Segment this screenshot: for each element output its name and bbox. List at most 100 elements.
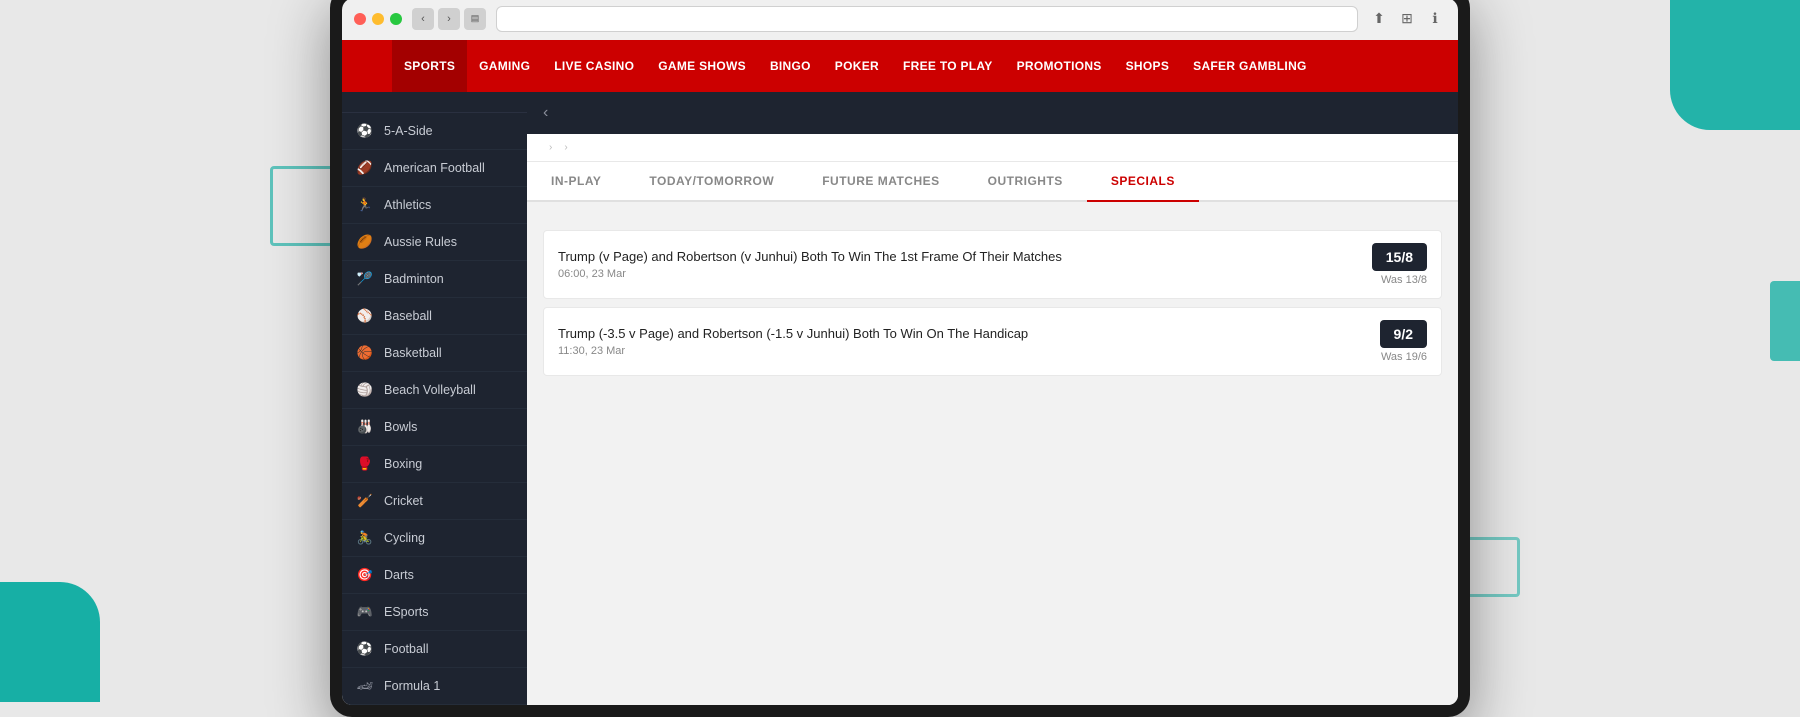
darts-label: Darts — [384, 568, 414, 582]
add-bookmark-icon[interactable]: ⊞ — [1396, 8, 1418, 30]
basketball-label: Basketball — [384, 346, 442, 360]
share-icon[interactable]: ⬆ — [1368, 8, 1390, 30]
boxing-label: Boxing — [384, 457, 422, 471]
5-a-side-icon: ⚽ — [356, 122, 374, 140]
sidebar-item-badminton[interactable]: 🏸 Badminton — [342, 261, 527, 298]
sidebar-item-cricket[interactable]: 🏏 Cricket — [342, 483, 527, 520]
cycling-label: Cycling — [384, 531, 425, 545]
tabs-bar: IN-PLAYTODAY/TOMORROWFUTURE MATCHESOUTRI… — [527, 162, 1458, 202]
sidebar-item-formula-1[interactable]: 🏎 Formula 1 — [342, 668, 527, 705]
nav-item-shops[interactable]: SHOPS — [1114, 40, 1182, 92]
bets-section: Trump (v Page) and Robertson (v Junhui) … — [527, 202, 1458, 394]
content-area: ‹ › › IN-PLAYTODAY/TOMORROWFUTURE — [527, 92, 1458, 705]
tab-today-tomorrow[interactable]: TODAY/TOMORROW — [625, 162, 798, 202]
boxing-icon: 🥊 — [356, 455, 374, 473]
bowls-icon: 🎳 — [356, 418, 374, 436]
nav-item-game-shows[interactable]: GAME SHOWS — [646, 40, 758, 92]
darts-icon: 🎯 — [356, 566, 374, 584]
esports-label: ESports — [384, 605, 428, 619]
main-area: ⚽ 5-A-Side 🏈 American Football 🏃Athletics 🏉 Au… — [342, 92, 1458, 705]
bet-odds-group-2: 9/2 Was 19/6 — [1380, 320, 1427, 363]
american-football-label: American Football — [384, 161, 485, 175]
bet-row-2: Trump (-3.5 v Page) and Robertson (-1.5 … — [543, 307, 1442, 376]
sidebar-items-list: ⚽ 5-A-Side 🏈 American Football 🏃Athletics 🏉 Au… — [342, 113, 527, 705]
breadcrumb-sep-2: › — [564, 142, 567, 153]
aussie-rules-label: Aussie Rules — [384, 235, 457, 249]
browser-content: SPORTSGAMINGLIVE CASINOGAME SHOWSBINGOPO… — [342, 40, 1458, 705]
sidebar-item-baseball[interactable]: ⚾ Baseball — [342, 298, 527, 335]
bet-rows: Trump (v Page) and Robertson (v Junhui) … — [543, 230, 1442, 376]
5-a-side-label: 5-A-Side — [384, 124, 433, 138]
bet-time-2: 11:30, 23 Mar — [558, 345, 1380, 357]
sidebar-item-aussie-rules[interactable]: 🏉 Aussie Rules — [342, 224, 527, 261]
address-bar[interactable] — [496, 6, 1358, 32]
formula-1-label: Formula 1 — [384, 679, 440, 693]
nav-item-promotions[interactable]: PROMOTIONS — [1005, 40, 1114, 92]
formula-1-icon: 🏎 — [356, 677, 374, 695]
cycling-icon: 🚴 — [356, 529, 374, 547]
nav-item-bingo[interactable]: BINGO — [758, 40, 823, 92]
bet-odds-group-1: 15/8 Was 13/8 — [1372, 243, 1427, 286]
sidebar-item-basketball[interactable]: 🏀Basketball — [342, 335, 527, 372]
bet-was-1: Was 13/8 — [1372, 274, 1427, 286]
browser-back[interactable]: ‹ — [412, 8, 434, 30]
athletics-label: Athletics — [384, 198, 431, 212]
sidebar-header — [342, 92, 527, 113]
nav-item-sports[interactable]: SPORTS — [392, 40, 467, 92]
nav-item-live-casino[interactable]: LIVE CASINO — [542, 40, 646, 92]
browser-forward[interactable]: › — [438, 8, 460, 30]
nav-item-free-to-play[interactable]: FREE TO PLAY — [891, 40, 1005, 92]
sidebar-item-5-a-side[interactable]: ⚽ 5-A-Side — [342, 113, 527, 150]
tl-maximize[interactable] — [390, 13, 402, 25]
section-title — [543, 212, 1442, 230]
bet-row-1: Trump (v Page) and Robertson (v Junhui) … — [543, 230, 1442, 299]
bet-title-1: Trump (v Page) and Robertson (v Junhui) … — [558, 249, 1372, 264]
sidebar-item-boxing[interactable]: 🥊 Boxing — [342, 446, 527, 483]
nav-item-safer-gambling[interactable]: SAFER GAMBLING — [1181, 40, 1319, 92]
football-icon: ⚽ — [356, 640, 374, 658]
bet-was-2: Was 19/6 — [1380, 351, 1427, 363]
breadcrumb-sep-1: › — [549, 142, 552, 153]
sidebar-item-esports[interactable]: 🎮ESports — [342, 594, 527, 631]
aussie-rules-icon: 🏉 — [356, 233, 374, 251]
traffic-lights — [354, 13, 402, 25]
main-nav: SPORTSGAMINGLIVE CASINOGAME SHOWSBINGOPO… — [392, 40, 1319, 92]
cricket-label: Cricket — [384, 494, 423, 508]
tl-minimize[interactable] — [372, 13, 384, 25]
sidebar-item-football[interactable]: ⚽ Football — [342, 631, 527, 668]
american-football-icon: 🏈 — [356, 159, 374, 177]
football-label: Football — [384, 642, 428, 656]
nav-item-gaming[interactable]: GAMING — [467, 40, 542, 92]
sidebar-item-american-football[interactable]: 🏈 American Football — [342, 150, 527, 187]
sidebar-item-darts[interactable]: 🎯 Darts — [342, 557, 527, 594]
sidebar-item-bowls[interactable]: 🎳 Bowls — [342, 409, 527, 446]
bet-odds-1[interactable]: 15/8 — [1372, 243, 1427, 271]
baseball-label: Baseball — [384, 309, 432, 323]
beach-volleyball-label: Beach Volleyball — [384, 383, 476, 397]
sidebar-item-beach-volleyball[interactable]: 🏐 Beach Volleyball — [342, 372, 527, 409]
tab-outrights[interactable]: OUTRIGHTS — [964, 162, 1087, 202]
content-header: ‹ — [527, 92, 1458, 134]
cricket-icon: 🏏 — [356, 492, 374, 510]
site-header: SPORTSGAMINGLIVE CASINOGAME SHOWSBINGOPO… — [342, 40, 1458, 92]
beach-volleyball-icon: 🏐 — [356, 381, 374, 399]
tab-future-matches[interactable]: FUTURE MATCHES — [798, 162, 963, 202]
device-frame: ‹ › ▤ ⬆ ⊞ ℹ SPORTSGAMINGLIVE CASI — [330, 0, 1470, 717]
info-icon[interactable]: ℹ — [1424, 8, 1446, 30]
tab-specials[interactable]: SPECIALS — [1087, 162, 1199, 202]
back-button[interactable]: ‹ — [543, 104, 548, 122]
bet-info-2: Trump (-3.5 v Page) and Robertson (-1.5 … — [558, 326, 1380, 357]
browser-reader[interactable]: ▤ — [464, 8, 486, 30]
badminton-icon: 🏸 — [356, 270, 374, 288]
sidebar-item-athletics[interactable]: 🏃Athletics — [342, 187, 527, 224]
baseball-icon: ⚾ — [356, 307, 374, 325]
nav-item-poker[interactable]: POKER — [823, 40, 891, 92]
tl-close[interactable] — [354, 13, 366, 25]
sidebar-item-cycling[interactable]: 🚴 Cycling — [342, 520, 527, 557]
tab-in-play[interactable]: IN-PLAY — [527, 162, 625, 202]
browser-chrome: ‹ › ▤ ⬆ ⊞ ℹ — [342, 0, 1458, 40]
bet-time-1: 06:00, 23 Mar — [558, 268, 1372, 280]
bowls-label: Bowls — [384, 420, 417, 434]
badminton-label: Badminton — [384, 272, 444, 286]
bet-odds-2[interactable]: 9/2 — [1380, 320, 1427, 348]
